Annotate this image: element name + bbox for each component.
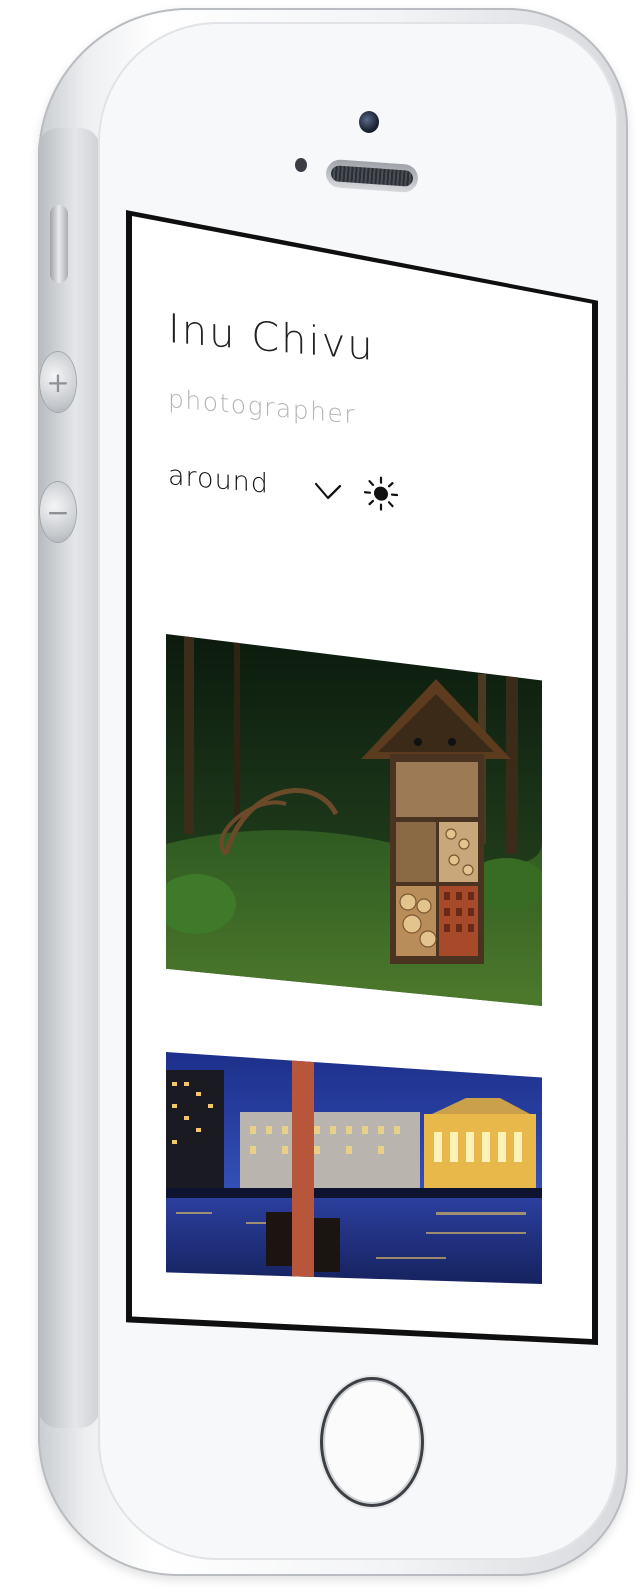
proximity-sensor [295, 158, 307, 172]
nav-menu-label[interactable]: around [168, 460, 269, 500]
mute-switch [50, 205, 68, 283]
volume-down-button: − [40, 482, 76, 542]
nav-row: around [168, 460, 428, 533]
front-camera [359, 111, 379, 133]
photo-insect-hotel[interactable] [166, 634, 542, 1006]
phone-side-edge [38, 128, 100, 1428]
home-button [320, 1377, 424, 1507]
web-page: Inu Chivu photographer around [132, 216, 592, 1339]
phone-screen: Inu Chivu photographer around [126, 210, 598, 1345]
sun-icon[interactable] [364, 475, 398, 512]
chevron-down-icon[interactable] [313, 477, 343, 506]
photo-night-riverside[interactable] [166, 1052, 542, 1284]
site-subtitle: photographer [168, 384, 357, 430]
insect-hotel-image [166, 634, 542, 1006]
site-title[interactable]: Inu Chivu [168, 306, 375, 370]
volume-up-button: + [40, 352, 76, 412]
night-riverside-image [166, 1052, 542, 1284]
